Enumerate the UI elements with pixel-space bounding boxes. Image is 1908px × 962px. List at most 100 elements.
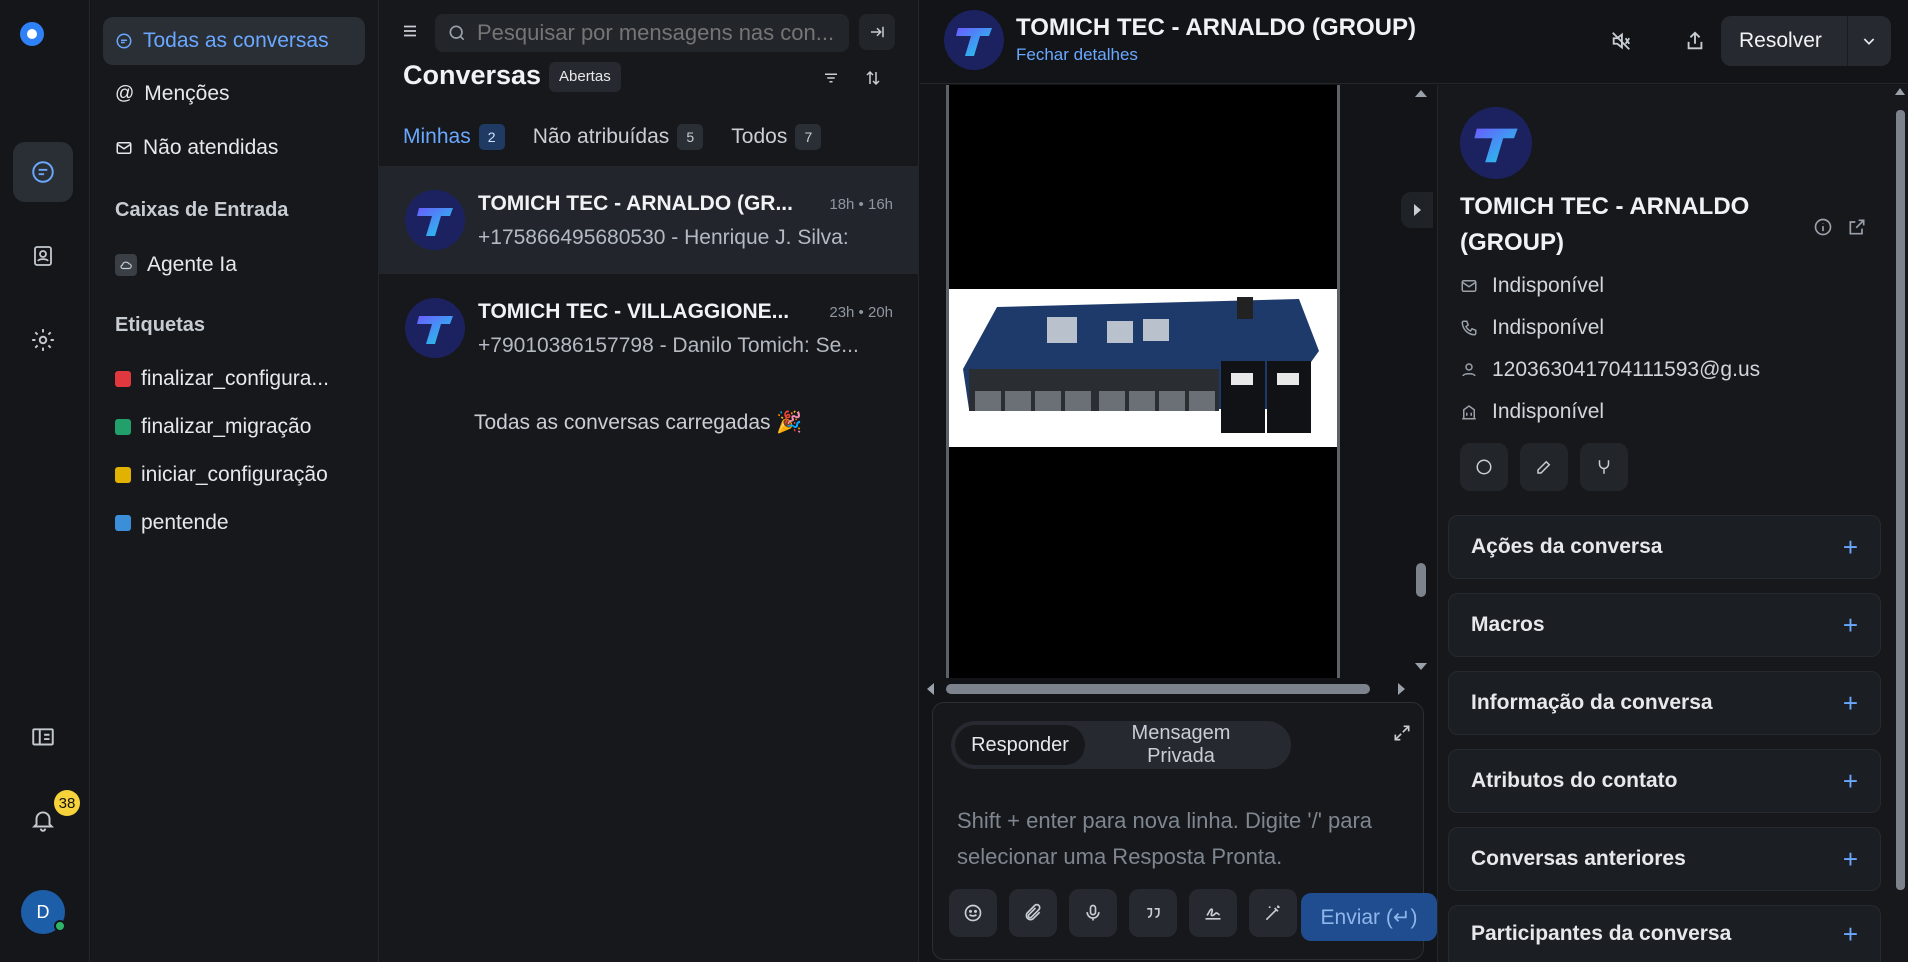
- sort-arrows-icon: [866, 70, 880, 86]
- expand-icon[interactable]: [1392, 723, 1412, 743]
- resolve-button[interactable]: Resolver: [1721, 16, 1891, 66]
- horizontal-scrollbar[interactable]: [920, 678, 1432, 700]
- layout-switch-icon[interactable]: [13, 708, 73, 768]
- settings-gear-icon[interactable]: [13, 310, 73, 370]
- accordion-title: Informação da conversa: [1471, 691, 1713, 714]
- user-avatar[interactable]: D: [21, 890, 66, 934]
- sort-button[interactable]: [855, 60, 891, 96]
- conversation-preview: +175866495680530 - Henrique J. Silva:: [478, 226, 849, 249]
- chevron-right-icon: [1414, 204, 1421, 216]
- accordion-contact-attributes[interactable]: Atributos do contato +: [1448, 749, 1881, 813]
- share-icon[interactable]: [1684, 30, 1706, 52]
- search-box[interactable]: [435, 14, 849, 52]
- close-details-link[interactable]: Fechar detalhes: [1016, 45, 1138, 65]
- accordion-conversation-actions[interactable]: Ações da conversa +: [1448, 515, 1881, 579]
- mail-icon: [116, 142, 132, 154]
- app-logo[interactable]: [20, 22, 44, 46]
- accordion-conversation-participants[interactable]: Participantes da conversa +: [1448, 905, 1881, 962]
- chevron-down-icon[interactable]: [1861, 33, 1877, 49]
- plus-icon: +: [1842, 766, 1858, 796]
- label-color-swatch: [115, 515, 131, 531]
- info-icon[interactable]: [1813, 217, 1833, 237]
- conversation-tabs: Minhas 2 Não atribuídas 5 Todos 7: [403, 124, 822, 150]
- microphone-icon: [1086, 904, 1100, 921]
- label-color-swatch: [115, 419, 131, 435]
- image-attachment[interactable]: [946, 85, 1340, 678]
- merge-contact-button[interactable]: [1580, 443, 1628, 491]
- label-name: pentende: [141, 511, 229, 534]
- plus-icon: +: [1842, 919, 1858, 949]
- sidebar-label-item[interactable]: iniciar_configuração: [115, 463, 328, 487]
- tab-count: 2: [478, 124, 505, 150]
- sidebar-label-item[interactable]: finalizar_configura...: [115, 367, 329, 391]
- contact-avatar[interactable]: [944, 10, 1004, 70]
- collapse-panel-button[interactable]: [859, 14, 895, 50]
- labels-section-title: Etiquetas: [115, 314, 206, 336]
- accordion-macros[interactable]: Macros +: [1448, 593, 1881, 657]
- scrollbar-track: [1415, 90, 1427, 670]
- online-status-dot: [54, 920, 66, 932]
- emoji-button[interactable]: [949, 889, 997, 937]
- conversation-item[interactable]: TOMICH TEC - ARNALDO (GR... 18h • 16h +1…: [379, 166, 919, 274]
- new-message-button[interactable]: [1460, 443, 1508, 491]
- search-input[interactable]: [477, 20, 837, 46]
- toggle-contact-panel-button[interactable]: [1401, 192, 1433, 228]
- status-filter-badge[interactable]: Abertas: [549, 62, 621, 92]
- contact-email: Indisponível: [1492, 274, 1605, 297]
- reply-mode-button[interactable]: Responder: [955, 725, 1085, 765]
- inboxes-section-title: Caixas de Entrada: [115, 199, 289, 221]
- tab-label: Todos: [731, 125, 788, 148]
- app-rail: 38 D: [0, 0, 90, 962]
- sidebar-item-all-conversations[interactable]: Todas as conversas: [103, 17, 365, 65]
- sidebar-item-mentions[interactable]: @ Menções: [103, 70, 365, 118]
- conversation-list-panel: Conversas Abertas Minhas 2 Não atribuída…: [379, 0, 919, 962]
- mute-icon[interactable]: [1610, 30, 1632, 52]
- cloud-inbox-icon: [115, 254, 137, 276]
- external-link-icon[interactable]: [1847, 217, 1867, 237]
- accordion-conversation-info[interactable]: Informação da conversa +: [1448, 671, 1881, 735]
- label-color-swatch: [115, 371, 131, 387]
- label-name: finalizar_configura...: [141, 367, 329, 390]
- plus-icon: +: [1842, 688, 1858, 718]
- accordion-previous-conversations[interactable]: Conversas anteriores +: [1448, 827, 1881, 891]
- menu-hamburger-icon[interactable]: [401, 22, 419, 40]
- filter-icon: [825, 73, 837, 83]
- search-icon: [449, 25, 465, 41]
- signature-button[interactable]: [1189, 889, 1237, 937]
- label-name: finalizar_migração: [141, 415, 312, 438]
- record-audio-button[interactable]: [1069, 889, 1117, 937]
- quote-button[interactable]: [1129, 889, 1177, 937]
- sidebar-item-unattended[interactable]: Não atendidas: [103, 124, 365, 172]
- quote-icon: [1147, 908, 1160, 918]
- conversation-name: TOMICH TEC - ARNALDO (GR...: [478, 192, 793, 215]
- contacts-nav-icon[interactable]: [13, 226, 73, 286]
- filter-button[interactable]: [813, 60, 849, 96]
- conversations-nav-icon[interactable]: [13, 142, 73, 202]
- private-note-mode-button[interactable]: Mensagem Privada: [1101, 722, 1261, 767]
- message-input[interactable]: Shift + enter para nova linha. Digite '/…: [957, 803, 1407, 875]
- emoji-smile-icon: [964, 904, 982, 922]
- contact-name: TOMICH TEC - ARNALDO (GROUP): [1460, 193, 1750, 256]
- tab-unassigned[interactable]: Não atribuídas 5: [533, 124, 704, 150]
- send-button[interactable]: Enviar (↵): [1301, 893, 1437, 941]
- contact-identifier: 120363041704111593@g.us: [1492, 358, 1761, 381]
- sidebar-label-item[interactable]: finalizar_migração: [115, 415, 311, 439]
- tab-mine[interactable]: Minhas 2: [403, 124, 505, 150]
- attach-button[interactable]: [1009, 889, 1057, 937]
- conversations-title: Conversas: [403, 60, 542, 90]
- all-loaded-message: Todas as conversas carregadas 🎉: [474, 411, 803, 434]
- secondary-sidebar: Todas as conversas @ Menções Não atendid…: [91, 0, 379, 962]
- accordion-title: Macros: [1471, 613, 1545, 636]
- pencil-icon: [1537, 460, 1551, 474]
- sidebar-label-item[interactable]: pentende: [115, 511, 229, 535]
- ai-assist-button[interactable]: [1249, 889, 1297, 937]
- sidebar-item-inbox[interactable]: Agente Ia: [115, 253, 237, 277]
- edit-contact-button[interactable]: [1520, 443, 1568, 491]
- signature-icon: [1205, 908, 1221, 920]
- vertical-scrollbar[interactable]: [1410, 85, 1432, 678]
- conversation-item[interactable]: TOMICH TEC - VILLAGGIONE... 23h • 20h +7…: [379, 274, 919, 382]
- product-image: [949, 289, 1337, 447]
- at-sign-icon: @: [115, 83, 135, 104]
- tab-all[interactable]: Todos 7: [731, 124, 822, 150]
- contact-panel-scrollbar[interactable]: [1891, 85, 1908, 962]
